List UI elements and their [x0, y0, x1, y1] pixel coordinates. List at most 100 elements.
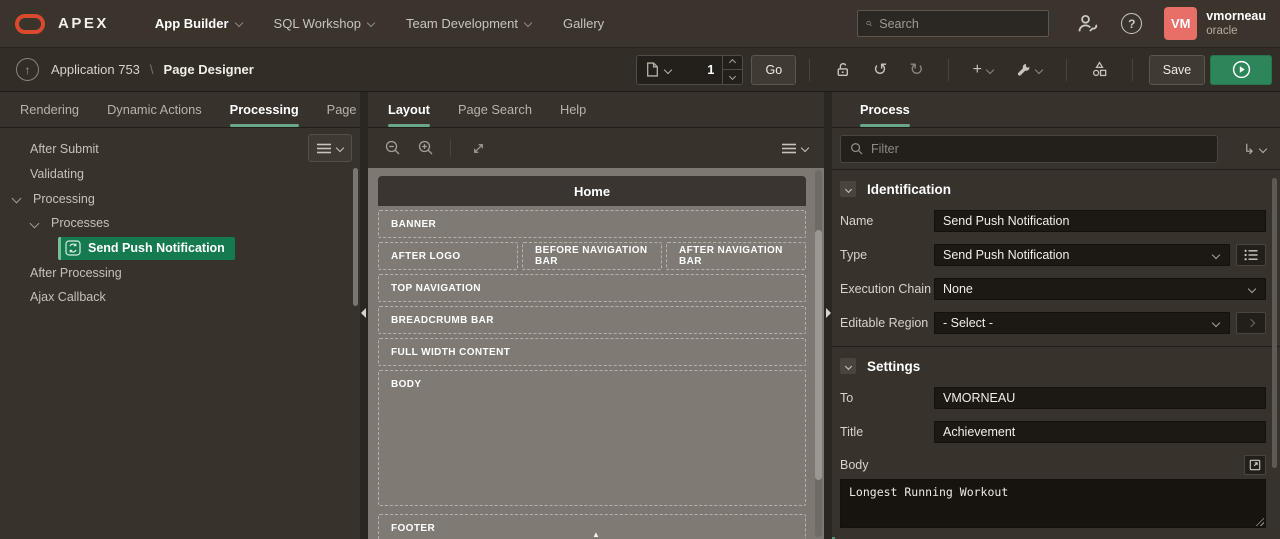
admin-user-wrench-icon[interactable] [1077, 13, 1099, 35]
region-after-logo[interactable]: AFTER LOGO [378, 242, 518, 270]
collapse-right-icon[interactable] [826, 308, 831, 318]
collapse-left-icon[interactable] [361, 308, 366, 318]
page-title-region[interactable]: Home [378, 176, 806, 206]
search-icon [850, 142, 863, 155]
zoom-out-button[interactable] [385, 140, 401, 156]
avatar: VM [1164, 7, 1197, 40]
tab-page-shared-components[interactable]: Page Shared Compon [327, 92, 360, 127]
collapse-section-button[interactable] [840, 181, 856, 197]
region-before-navigation-bar[interactable]: BEFORE NAVIGATION BAR [522, 242, 662, 270]
to-input[interactable] [934, 387, 1266, 409]
redo-button[interactable]: ↻ [909, 61, 923, 78]
component-view-button[interactable] [1091, 61, 1108, 78]
left-splitter[interactable] [360, 92, 368, 539]
utilities-menu-button[interactable] [1015, 62, 1042, 78]
nav-sql-workshop[interactable]: SQL Workshop [258, 0, 390, 48]
chevron-down-icon [1212, 319, 1220, 327]
region-full-width-content[interactable]: FULL WIDTH CONTENT [378, 338, 806, 366]
page-finder-button[interactable] [637, 56, 680, 84]
field-editable-region: Editable Region - Select - [840, 312, 1266, 334]
unlock-icon [834, 61, 851, 78]
region-after-navigation-bar[interactable]: AFTER NAVIGATION BAR [666, 242, 806, 270]
breadcrumb-application[interactable]: Application 753 [51, 62, 140, 77]
layout-menu-button[interactable] [782, 143, 808, 154]
tree-item-ajax-callback[interactable]: Ajax Callback [0, 285, 360, 310]
title-input[interactable] [934, 421, 1266, 443]
right-panel-tabs: Process [832, 92, 1280, 128]
tree-item-after-processing[interactable]: After Processing [0, 260, 360, 285]
layout-canvas: Home BANNER AFTER LOGO BEFORE NAVIGATION… [368, 168, 824, 539]
chevron-down-icon [234, 18, 242, 26]
execution-chain-select[interactable]: None [934, 278, 1266, 300]
editable-region-select[interactable]: - Select - [934, 312, 1230, 334]
tab-rendering[interactable]: Rendering [20, 92, 79, 127]
nav-team-development[interactable]: Team Development [390, 0, 547, 48]
type-select[interactable]: Send Push Notification [934, 244, 1230, 266]
help-icon[interactable]: ? [1121, 13, 1142, 34]
return-icon: ↳ [1243, 142, 1255, 156]
region-banner[interactable]: BANNER [378, 210, 806, 238]
code-editor-button[interactable] [1244, 455, 1266, 475]
page-icon [646, 62, 659, 77]
name-input[interactable] [934, 210, 1266, 232]
user-menu[interactable]: VM vmorneau oracle [1164, 7, 1266, 40]
hamburger-icon [782, 143, 796, 154]
chevron-down-icon[interactable] [12, 194, 22, 204]
go-to-group-button[interactable]: ↳ [1243, 142, 1266, 156]
create-menu-button[interactable]: + [973, 62, 993, 78]
top-header: APEX App Builder SQL Workshop Team Devel… [0, 0, 1280, 48]
step-down-button[interactable] [723, 70, 742, 84]
tab-layout[interactable]: Layout [388, 92, 430, 127]
property-editor-panel: Process ↳ Identification Name [832, 92, 1280, 539]
chevron-down-icon [524, 18, 532, 26]
left-panel: Rendering Dynamic Actions Processing Pag… [0, 92, 360, 539]
tree-actions-menu-button[interactable] [308, 134, 352, 162]
undo-button[interactable]: ↺ [873, 61, 887, 78]
property-filter-row: ↳ [832, 128, 1280, 170]
tab-processing[interactable]: Processing [230, 92, 299, 127]
collapse-section-button[interactable] [840, 358, 856, 374]
tab-page-search[interactable]: Page Search [458, 92, 532, 127]
left-panel-scrollbar[interactable] [353, 168, 358, 306]
canvas-scrollbar-thumb[interactable] [815, 230, 822, 480]
tree-item-validating[interactable]: Validating [0, 162, 360, 187]
chevron-down-icon[interactable] [30, 218, 40, 228]
tree-item-processing[interactable]: Processing [0, 186, 360, 211]
global-search-input[interactable] [879, 17, 1040, 31]
property-filter-input[interactable] [871, 142, 1208, 156]
step-up-button[interactable] [723, 56, 742, 71]
tree-item-after-submit[interactable]: After Submit [0, 137, 360, 162]
expand-restore-button[interactable] [471, 141, 486, 156]
tab-help[interactable]: Help [560, 92, 586, 127]
tree-item-processes[interactable]: Processes [0, 211, 360, 236]
go-button[interactable]: Go [751, 55, 796, 85]
zoom-in-button[interactable] [418, 140, 434, 156]
scroll-up-icon[interactable]: ▲ [592, 531, 600, 539]
zoom-out-icon [385, 140, 401, 156]
field-to: To [840, 387, 1266, 409]
editable-region-go-button[interactable] [1236, 312, 1266, 334]
right-splitter[interactable] [824, 92, 832, 539]
designer-toolbar: ↑ Application 753 \ Page Designer Go ↺ ↻… [0, 48, 1280, 92]
save-button[interactable]: Save [1149, 55, 1205, 85]
right-panel-scrollbar[interactable] [1272, 178, 1277, 468]
tree-item-send-push-notification[interactable]: Send Push Notification [0, 236, 360, 261]
region-top-navigation[interactable]: TOP NAVIGATION [378, 274, 806, 302]
apex-brand[interactable]: APEX [58, 15, 109, 32]
type-quick-pick-button[interactable] [1236, 244, 1266, 266]
oracle-logo-icon[interactable] [15, 14, 45, 34]
nav-gallery[interactable]: Gallery [547, 0, 620, 48]
tab-dynamic-actions[interactable]: Dynamic Actions [107, 92, 202, 127]
page-number-input[interactable] [680, 56, 722, 84]
run-page-button[interactable] [1210, 55, 1272, 85]
up-to-app-icon[interactable]: ↑ [16, 58, 39, 81]
tab-process[interactable]: Process [860, 92, 910, 127]
region-breadcrumb-bar[interactable]: BREADCRUMB BAR [378, 306, 806, 334]
region-body[interactable]: BODY [378, 370, 806, 506]
nav-app-builder[interactable]: App Builder [139, 0, 258, 48]
field-name: Name [840, 210, 1266, 232]
body-textarea[interactable]: Longest Running Workout [840, 479, 1266, 528]
canvas-scrollbar[interactable] [815, 170, 822, 537]
chevron-down-icon [1248, 285, 1256, 293]
lock-page-button[interactable] [834, 61, 851, 78]
